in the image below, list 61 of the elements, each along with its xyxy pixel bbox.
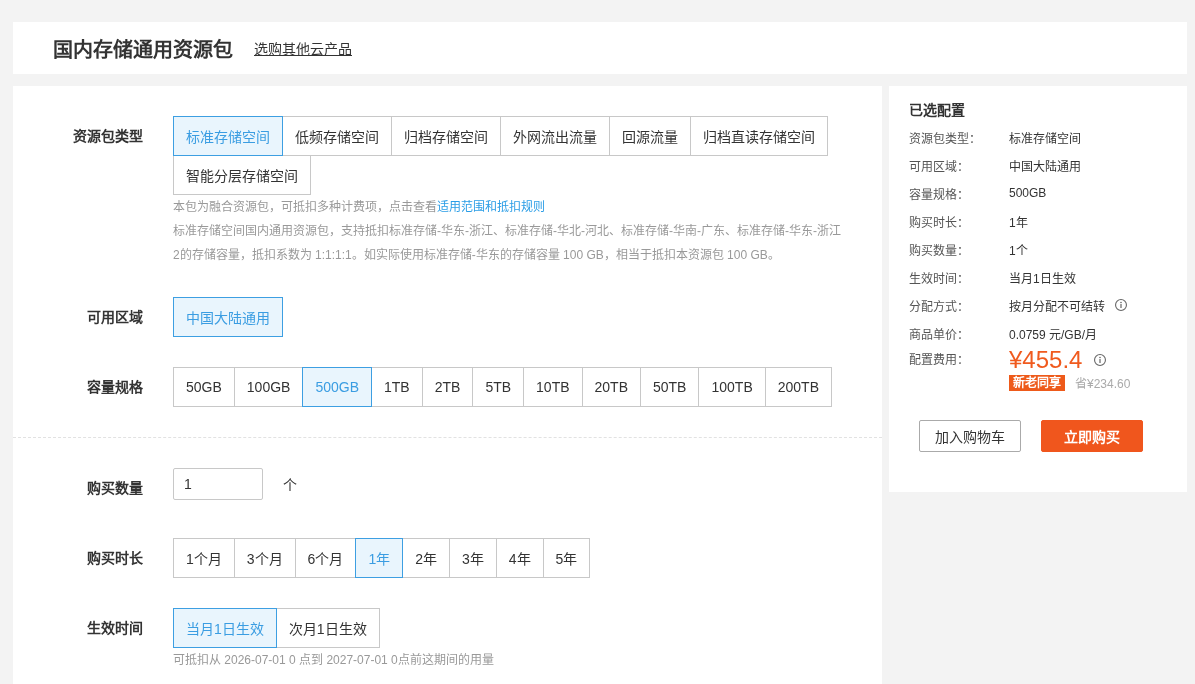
summary-label: 容量规格：	[909, 186, 970, 202]
option-button[interactable]: 次月1日生效	[275, 608, 380, 648]
summary-value: 标准存储空间	[1009, 130, 1081, 146]
option-button[interactable]: 智能分层存储空间	[173, 155, 311, 195]
summary-label: 资源包类型：	[909, 130, 982, 146]
summary-value: 当月1日生效	[1009, 270, 1076, 286]
summary-label: 购买数量：	[909, 242, 970, 258]
help-text: 标准存储空间国内通用资源包，支持抵扣标准存储-华东-浙江、标准存储-华北-河北、标准存储-华南-广东、标准存储-华东-浙江2的存储容量，抵扣系数为 1:1:1:1。如实际使用标准存储-华东的存储容量 100 GB，相当于抵扣本资源包 100 GB。	[173, 223, 842, 264]
field-label: 容量规格	[86, 378, 143, 397]
option-button[interactable]: 4年	[495, 538, 544, 578]
option-button[interactable]: 50GB	[173, 367, 235, 407]
option-button[interactable]: 回源流量	[609, 116, 691, 156]
field-label: 购买时长	[86, 549, 143, 568]
option-button[interactable]: 10TB	[523, 367, 583, 407]
other-products-link[interactable]: 选购其他云产品	[254, 38, 352, 58]
option-button[interactable]: 2年	[402, 538, 450, 578]
add-to-cart-button[interactable]: 加入购物车	[919, 420, 1021, 452]
summary-label: 购买时长：	[909, 214, 970, 230]
help-text: 本包为融合资源包，可抵扣多种计费项，点击查看适用范围和抵扣规则	[173, 199, 546, 216]
summary-title: 已选配置	[909, 101, 966, 120]
field-label: 生效时间	[86, 619, 143, 638]
option-button[interactable]: 200TB	[764, 367, 832, 407]
field-label: 资源包类型	[72, 127, 143, 146]
option-button[interactable]: 1TB	[371, 367, 423, 407]
option-button[interactable]: 5TB	[472, 367, 525, 407]
option-button[interactable]: 1个月	[173, 538, 235, 578]
summary-label: 生效时间：	[909, 270, 970, 286]
page-title: 国内存储通用资源包	[53, 37, 233, 63]
summary-label: 配置费用：	[909, 352, 970, 369]
help-text: 可抵扣从 2026-07-01 0 点到 2027-07-01 0点前这期间的用量	[173, 652, 495, 669]
option-button[interactable]: 2TB	[421, 367, 474, 407]
option-button[interactable]: 归档直读存储空间	[690, 116, 828, 156]
field-label: 购买数量	[86, 479, 143, 498]
option-button[interactable]: 3年	[449, 538, 497, 578]
summary-value: 按月分配不可结转	[1009, 298, 1105, 314]
summary-value: 中国大陆通用	[1009, 158, 1081, 174]
summary-label: 商品单价：	[909, 326, 970, 342]
option-button[interactable]: 50TB	[640, 367, 700, 407]
summary-value: 0.0759 元/GB/月	[1009, 326, 1098, 342]
summary-value: 1年	[1009, 214, 1028, 230]
promo-tag: 新老同享	[1009, 374, 1065, 391]
total-price: ¥455.4	[1009, 347, 1083, 373]
option-button[interactable]: 100GB	[233, 367, 304, 407]
quantity-input[interactable]: 1	[173, 468, 263, 500]
unit-label: 个	[283, 476, 297, 494]
option-button[interactable]: 20TB	[581, 367, 641, 407]
summary-value: 500GB	[1009, 186, 1047, 200]
summary-value: 1个	[1009, 242, 1028, 258]
option-button[interactable]: 3个月	[233, 538, 296, 578]
option-button[interactable]: 归档存储空间	[391, 116, 501, 156]
option-button[interactable]: 外网流出流量	[500, 116, 610, 156]
summary-label: 可用区域：	[909, 158, 970, 174]
option-button[interactable]: 6个月	[294, 538, 357, 578]
option-button[interactable]: 100TB	[698, 367, 766, 407]
info-icon[interactable]	[1094, 354, 1107, 366]
info-icon[interactable]	[1115, 299, 1127, 311]
summary-label: 分配方式：	[909, 298, 970, 314]
option-button[interactable]: 5年	[542, 538, 591, 578]
savings-text: 省¥234.60	[1075, 376, 1131, 391]
field-label: 可用区域	[86, 308, 143, 327]
option-button[interactable]: 低频存储空间	[282, 116, 392, 156]
